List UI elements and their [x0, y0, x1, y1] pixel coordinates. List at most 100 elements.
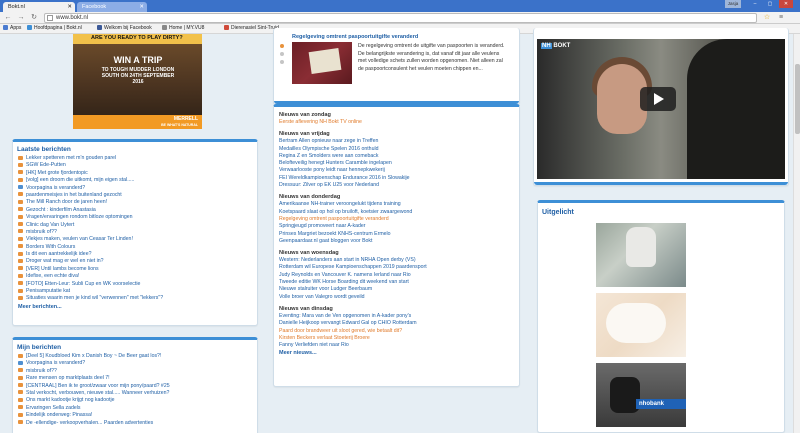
- list-item[interactable]: misbruik of??: [18, 368, 252, 375]
- news-item[interactable]: Belofteveilig henegt Hunters Caramble in…: [279, 160, 514, 167]
- news-item[interactable]: Paard door brandweer uit sloot gered, wi…: [279, 328, 514, 335]
- news-item[interactable]: Geenpaardaar.nl gaat bloggen voor Bokt: [279, 238, 514, 245]
- news-item[interactable]: Verwaarlooste pony leidt naar hennepkwek…: [279, 167, 514, 174]
- topic-icon: [18, 266, 23, 271]
- news-item[interactable]: Dressuur: Zilver op EK U25 voor Nederlan…: [279, 182, 514, 189]
- bookmark-apps[interactable]: Apps: [3, 24, 21, 33]
- list-item[interactable]: [volg] een droom die uitkomt, mijn eigen…: [18, 177, 252, 184]
- list-item[interactable]: [VER] Until lambs become lions: [18, 266, 252, 273]
- list-item[interactable]: [HK] Met grote fjordentopic: [18, 170, 252, 177]
- news-item[interactable]: Kirsten Beckers verlaat Stoeterij Broere: [279, 335, 514, 342]
- scrollbar[interactable]: [793, 34, 800, 433]
- list-item[interactable]: The Mill Ranch door de jaren heen!: [18, 199, 252, 206]
- back-icon[interactable]: ←: [3, 13, 13, 23]
- topic-read-icon: [18, 185, 23, 190]
- list-item[interactable]: Penisamputatie kat: [18, 288, 252, 295]
- list-item[interactable]: Situaties waarin men je kind wil "verwen…: [18, 295, 252, 302]
- menu-icon[interactable]: ≡: [776, 13, 786, 23]
- user-badge[interactable]: Jasja: [725, 0, 741, 8]
- tab-bar: Bokt.nl ✕ Facebook ✕ Jasja – ▢ ✕: [0, 0, 800, 12]
- forward-icon[interactable]: →: [16, 13, 26, 23]
- list-item[interactable]: Droger wat mag er wel en niet in?: [18, 258, 252, 265]
- topic-icon: [18, 420, 23, 425]
- featured-item[interactable]: [596, 293, 686, 357]
- news-item[interactable]: Medailles Olympische Spelen 2016 onthuld: [279, 146, 514, 153]
- list-item[interactable]: Ons markt kadootje krijgt nog kadootje: [18, 397, 252, 404]
- news-item[interactable]: FEI Wereldkampioenschap Endurance 2016 i…: [279, 175, 514, 182]
- featured-item[interactable]: [596, 223, 686, 287]
- news-item[interactable]: Danielle Heijkoop vervangt Edward Gal op…: [279, 320, 514, 327]
- list-item[interactable]: [CENTRAAL] Ben ik te groot/zwaar voor mi…: [18, 383, 252, 390]
- close-icon[interactable]: ✕: [67, 2, 72, 12]
- tab-facebook[interactable]: Facebook ✕: [77, 2, 147, 12]
- close-icon[interactable]: ✕: [139, 2, 144, 12]
- bookmark-bokt[interactable]: Hoofdpagina | Bokt.nl: [27, 24, 82, 33]
- news-item[interactable]: Western: Nederlanders aan start in NRHA …: [279, 257, 514, 264]
- star-icon[interactable]: ☆: [762, 13, 772, 23]
- news-item[interactable]: Prinses Margriet bezoekt KNHS-centrum Er…: [279, 231, 514, 238]
- news-item[interactable]: Koetspaard slaat op hol op bruiloft, koe…: [279, 209, 514, 216]
- news-item[interactable]: Volle broer van Valegro wordt geveild: [279, 294, 514, 301]
- list-item[interactable]: Borders With Colours: [18, 244, 252, 251]
- topic-icon: [18, 236, 23, 241]
- list-item[interactable]: [FOTO] Etten-Leur: Subli Cup en WK voors…: [18, 281, 252, 288]
- list-item[interactable]: Voorpagina is veranderd?: [18, 360, 252, 367]
- featured-item[interactable]: nhobank: [596, 363, 686, 427]
- news-item[interactable]: Springjeugd promoveert naar A-kader: [279, 223, 514, 230]
- news-item[interactable]: Tweede editie WK Horse Boarding dit week…: [279, 279, 514, 286]
- list-item[interactable]: De -ellendige- verkoopverhalen... Paarde…: [18, 420, 252, 427]
- list-item[interactable]: Voorpagina is veranderd?: [18, 185, 252, 192]
- my-posts-list: [Deel 5] Koudbloed Kim x Danish Boy ~ De…: [13, 353, 257, 427]
- scrollbar-thumb[interactable]: [795, 64, 800, 134]
- more-news-link[interactable]: Meer nieuws...: [274, 349, 519, 357]
- topic-read-icon: [18, 360, 23, 365]
- list-item[interactable]: Stal verkocht, verbouwen, nieuwe stal...…: [18, 390, 252, 397]
- list-item[interactable]: Vlekjes maken, veulen van Ceasar Ter Lin…: [18, 236, 252, 243]
- list-item[interactable]: Vragen/ervaringen rondom bitloze optomin…: [18, 214, 252, 221]
- news-item[interactable]: Nieuwe stalruiter voor Ludger Beerbaum: [279, 286, 514, 293]
- list-item[interactable]: Eindelijk onderweg: Pinassa!: [18, 412, 252, 419]
- topic-icon: [18, 155, 23, 160]
- address-bar[interactable]: www.bokt.nl: [44, 13, 757, 23]
- list-item[interactable]: Gezocht : kinderfilm Anastasia: [18, 207, 252, 214]
- news-item[interactable]: Eventing: Mara van de Ven opgenomen in A…: [279, 313, 514, 320]
- news-item[interactable]: Fanny Verliefden niet naar Rio: [279, 342, 514, 349]
- list-item[interactable]: Idefixe, een echte diva!: [18, 273, 252, 280]
- news-item[interactable]: Regina Z en Smolders were aan comeback: [279, 153, 514, 160]
- list-item[interactable]: paardenmeisjes in het buitenland gezocht: [18, 192, 252, 199]
- list-item[interactable]: Is dit een aantrekkelijk idee?: [18, 251, 252, 258]
- tab-bokt[interactable]: Bokt.nl ✕: [3, 2, 75, 12]
- advertisement[interactable]: ARE YOU READY TO PLAY DIRTY? WIN A TRIP …: [73, 34, 202, 129]
- carousel-dot[interactable]: [280, 52, 284, 56]
- topic-icon: [18, 412, 23, 417]
- news-item[interactable]: Amerikaanse NH-trainer veroongelukt tijd…: [279, 201, 514, 208]
- bookmark-facebook[interactable]: Welkom bij Facebook: [97, 24, 152, 33]
- carousel-dot[interactable]: [280, 60, 284, 64]
- article-title[interactable]: Regelgeving omtrent paspoortuitgifte ver…: [292, 34, 418, 40]
- news-list: Western: Nederlanders aan start in NRHA …: [274, 257, 519, 301]
- news-item[interactable]: Judy Reynolds en Vancouver K. namens Ier…: [279, 272, 514, 279]
- list-item[interactable]: Clinic dag Van Uytert: [18, 222, 252, 229]
- news-item[interactable]: Regelgeving omtrent paspoortuitgifte ver…: [279, 216, 514, 223]
- video-player[interactable]: NH BOKT: [537, 39, 785, 179]
- list-item[interactable]: Ervaringen Sella zadels: [18, 405, 252, 412]
- bookmark-myvu8[interactable]: Home | MY.VU8: [162, 24, 204, 33]
- reload-icon[interactable]: ↻: [29, 13, 39, 23]
- play-icon[interactable]: [640, 87, 676, 111]
- list-item[interactable]: SGW Ede-Putten: [18, 162, 252, 169]
- window-close-icon[interactable]: ✕: [779, 0, 793, 8]
- news-item[interactable]: Bertram Allen opnieuw naar zege in Treff…: [279, 138, 514, 145]
- news-item[interactable]: Rotterdam wil Europese Kampioenschappen …: [279, 264, 514, 271]
- list-item[interactable]: misbruik of??: [18, 229, 252, 236]
- list-item[interactable]: [Deel 5] Koudbloed Kim x Danish Boy ~ De…: [18, 353, 252, 360]
- list-item[interactable]: Lekker spetteren met m'n gouden parel: [18, 155, 252, 162]
- more-posts-link[interactable]: Meer berichten...: [13, 303, 257, 311]
- maximize-icon[interactable]: ▢: [763, 0, 777, 8]
- list-item[interactable]: Rare mensen op marktplaats deel 7!: [18, 375, 252, 382]
- minimize-icon[interactable]: –: [748, 0, 762, 8]
- carousel-dot[interactable]: [280, 44, 284, 48]
- article-image[interactable]: [292, 42, 352, 84]
- news-day-heading: Nieuws van woensdag: [279, 250, 339, 257]
- news-day-heading: Nieuws van dinsdag: [279, 305, 333, 312]
- news-item[interactable]: Eerste aflevering NH Bokt TV online: [279, 119, 514, 126]
